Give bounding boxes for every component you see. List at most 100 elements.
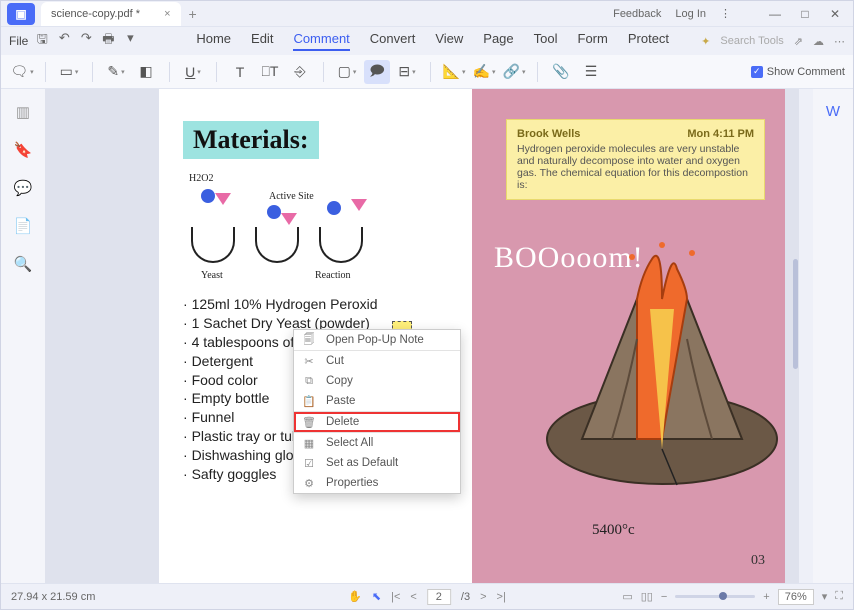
next-page-icon[interactable]: > [480,591,486,603]
show-comment-toggle[interactable]: ✓ Show Comment [751,66,845,78]
menu-home[interactable]: Home [196,31,231,51]
minimize-button[interactable]: — [767,7,783,21]
share-icon[interactable]: ⇗ [794,35,803,48]
list-item: 125ml 10% Hydrogen Peroxid [183,295,458,314]
cloud-icon[interactable]: ☁ [813,35,824,48]
ctx-copy[interactable]: ⧉Copy [294,371,460,391]
select-tool-icon[interactable]: ⬉ [372,590,381,603]
active-site-label: Active Site [269,191,314,202]
ctx-set-default[interactable]: ☑Set as Default [294,453,460,473]
word-export-icon[interactable]: W [826,103,840,120]
document-tab[interactable]: science-copy.pdf * × [41,2,181,26]
close-tab-icon[interactable]: × [164,8,170,20]
thumbnails-icon[interactable]: ▥ [16,103,30,121]
pencil-tool[interactable]: ✎ [103,60,129,84]
text-tool[interactable]: T [227,60,253,84]
shape-tool[interactable]: ▢ [334,60,360,84]
attachment-tool[interactable]: 📎 [548,60,574,84]
tab-title: science-copy.pdf * [51,8,140,20]
page-right: Brook Wells Mon 4:11 PM Hydrogen peroxid… [472,89,785,583]
attachments-icon[interactable]: 📄 [14,217,33,235]
stamp-tool[interactable]: ⊟ [394,60,420,84]
h2o2-label: H2O2 [189,173,213,184]
menu-form[interactable]: Form [578,31,608,51]
first-page-icon[interactable]: |< [391,591,400,603]
document-viewport[interactable]: Materials: H2O2 Active Site Yeast Reacti… [45,89,799,583]
highlight-tool[interactable]: ▭ [56,60,82,84]
temperature-label: 5400°c [592,522,635,539]
view-mode-icon[interactable]: ▭ [622,590,632,603]
ctx-delete[interactable]: 🗑Delete [294,412,460,432]
menu-view[interactable]: View [435,31,463,51]
zoom-value[interactable]: 76% [778,589,814,605]
page-input[interactable]: 2 [427,589,451,605]
zoom-in-icon[interactable]: + [763,591,769,603]
ctx-paste[interactable]: 📋Paste [294,391,460,411]
materials-heading: Materials: [183,121,319,159]
comments-panel-tool[interactable]: ☰ [578,60,604,84]
maximize-button[interactable]: □ [797,7,813,21]
menu-edit[interactable]: Edit [251,31,273,51]
volcano-illustration [542,239,782,489]
note-time: Mon 4:11 PM [687,128,754,140]
print-dd-icon[interactable]: ▾ [122,30,138,52]
comments-icon[interactable]: 💬 [14,179,33,197]
underline-tool[interactable]: U [180,60,206,84]
zoom-slider[interactable] [675,595,755,598]
two-page-icon[interactable]: ▯▯ [641,590,653,603]
search-icon[interactable]: 🔍 [14,255,33,273]
note-tool[interactable]: 🗨 [9,60,35,84]
fullscreen-icon[interactable]: ⛶ [835,590,843,603]
trash-icon: 🗑 [302,416,316,429]
redo-icon[interactable]: ↷ [78,30,94,52]
ctx-properties[interactable]: ⚙Properties [294,473,460,493]
show-comment-label: Show Comment [767,66,845,78]
save-icon[interactable]: 🖫 [34,30,50,52]
app-logo: ▣ [7,3,35,25]
prev-page-icon[interactable]: < [410,591,416,603]
ctx-cut[interactable]: ✂Cut [294,351,460,371]
menu-page[interactable]: Page [483,31,513,51]
note-body: Hydrogen peroxide molecules are very uns… [517,143,754,191]
popup-note[interactable]: Brook Wells Mon 4:11 PM Hydrogen peroxid… [506,119,765,200]
print-icon[interactable]: 🖶 [100,30,116,52]
file-menu[interactable]: File [9,34,28,48]
undo-icon[interactable]: ↶ [56,30,72,52]
new-tab-button[interactable]: + [189,6,197,22]
scrollbar-thumb[interactable] [793,259,798,369]
note-icon: 🗐 [302,331,316,350]
sticky-note-tool[interactable]: 🗩 [364,60,390,84]
ctx-open-popup[interactable]: 🗐Open Pop-Up Note [294,330,460,350]
link-tool[interactable]: 🔗 [501,60,527,84]
eraser-tool[interactable]: ◧ [133,60,159,84]
page-total: /3 [461,591,470,603]
kebab-menu-icon[interactable]: ⋮ [720,7,731,20]
measure-tool[interactable]: 📐 [441,60,467,84]
left-sidebar: ▥ 🔖 💬 📄 🔍 [1,89,45,583]
statusbar: 27.94 x 21.59 cm ✋ ⬉ |< < 2 /3 > >| ▭ ▯▯… [1,583,853,609]
hand-tool-icon[interactable]: ✋ [348,590,362,603]
close-window-button[interactable]: ✕ [827,7,843,21]
last-page-icon[interactable]: >| [497,591,506,603]
scissors-icon: ✂ [302,355,316,368]
menu-convert[interactable]: Convert [370,31,416,51]
bookmarks-icon[interactable]: 🔖 [14,141,33,159]
feedback-link[interactable]: Feedback [613,8,661,20]
magic-icon[interactable]: ✦ [701,35,710,48]
login-link[interactable]: Log In [675,8,706,20]
signature-tool[interactable]: ✍ [471,60,497,84]
textbox-tool[interactable]: ⎕T [257,60,283,84]
menu-tool[interactable]: Tool [534,31,558,51]
menu-protect[interactable]: Protect [628,31,669,51]
right-sidebar: W [813,89,853,583]
zoom-dd-icon[interactable]: ▾ [822,590,828,603]
menu-comment[interactable]: Comment [293,31,349,51]
more-icon[interactable]: ⋯ [834,35,845,48]
scrollbar-track[interactable] [799,89,813,583]
callout-tool[interactable]: ⎆ [287,60,313,84]
clipboard-icon: 📋 [302,395,316,408]
search-tools-input[interactable]: Search Tools [720,35,783,47]
workspace: ▥ 🔖 💬 📄 🔍 Materials: H2O2 Active Site Ye… [1,89,853,583]
zoom-out-icon[interactable]: − [661,591,667,603]
ctx-select-all[interactable]: ▦Select All [294,433,460,453]
